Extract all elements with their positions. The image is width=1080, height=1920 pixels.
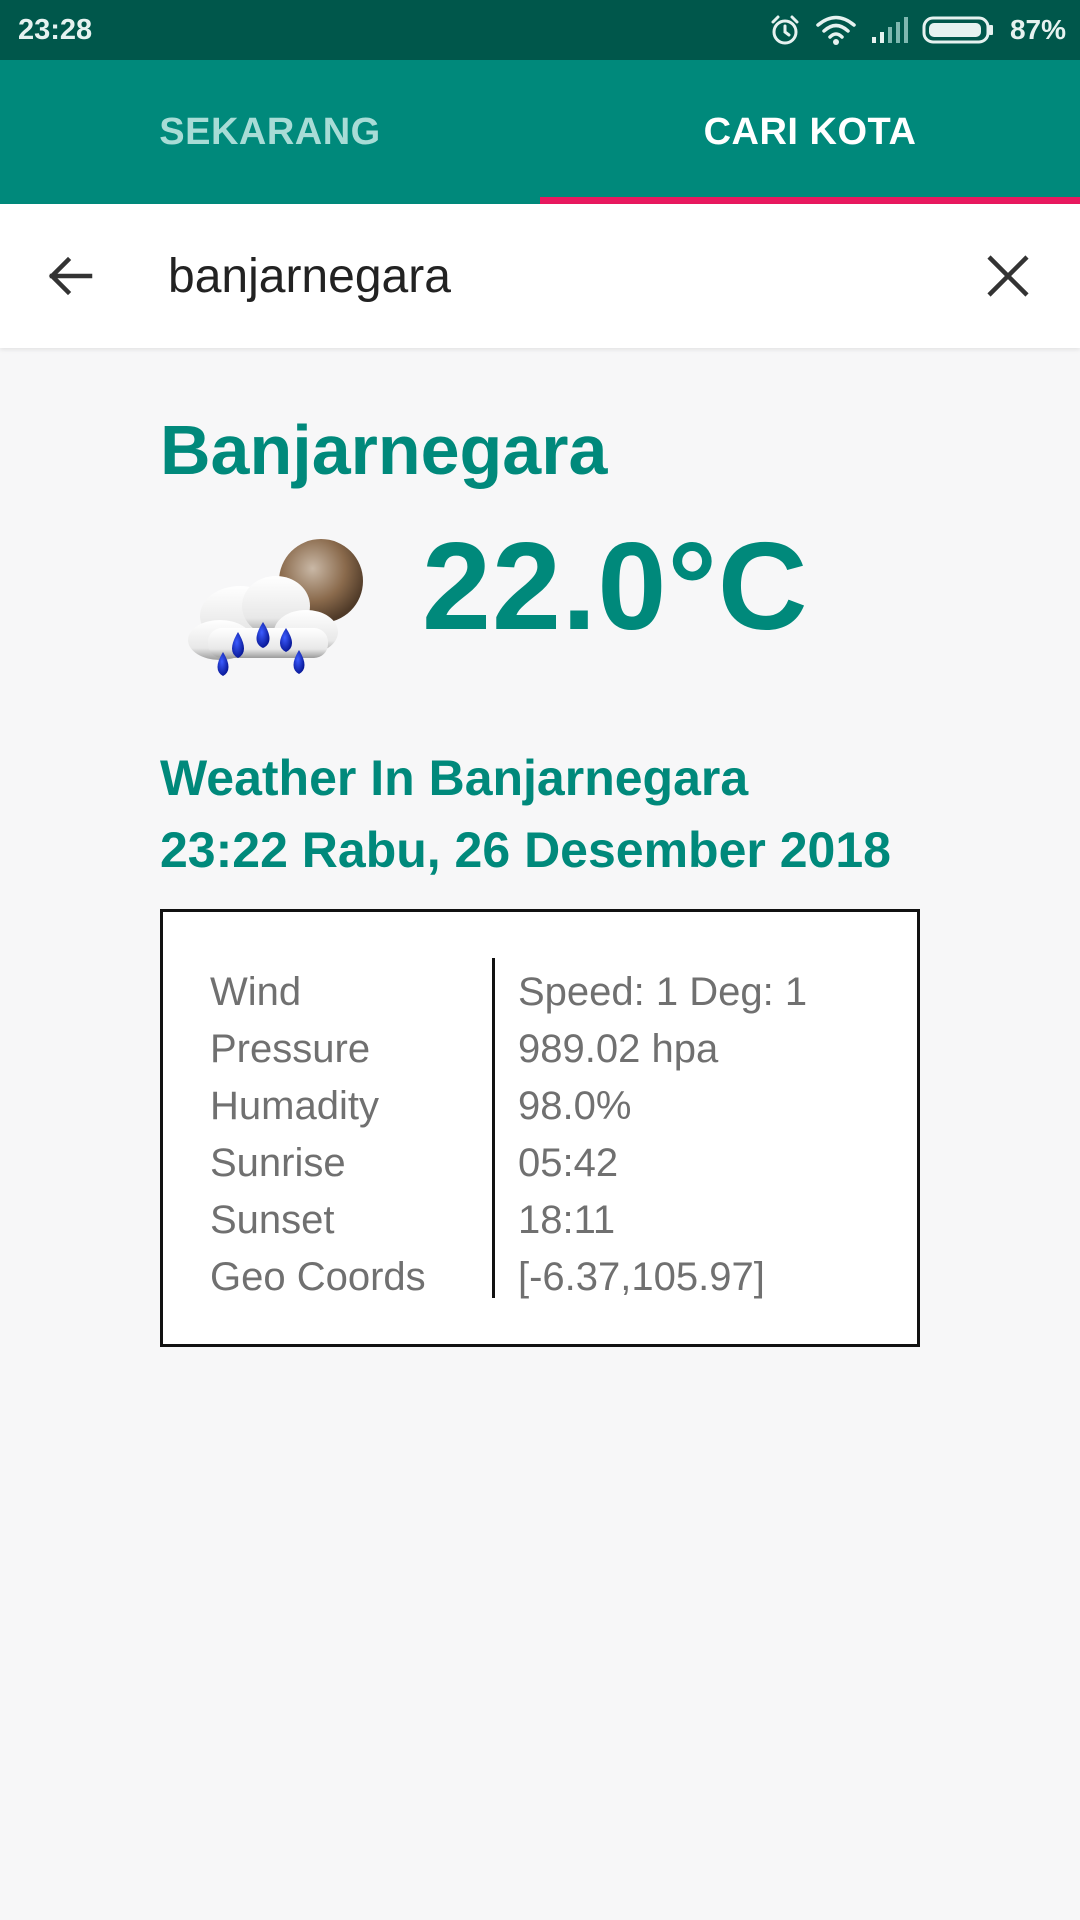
detail-value-sunset: 18:11 — [518, 1198, 616, 1242]
rain-cloud-moon-icon — [178, 536, 378, 686]
detail-label-wind: Wind — [210, 970, 302, 1014]
tab-label: SEKARANG — [159, 110, 381, 153]
arrow-back-icon — [48, 256, 93, 296]
back-button[interactable] — [40, 246, 100, 306]
details-divider — [492, 958, 495, 1298]
signal-icon — [870, 15, 908, 45]
status-icons: 87% — [768, 10, 1066, 50]
wifi-icon — [816, 14, 856, 46]
detail-value-wind: Speed: 1 Deg: 1 — [518, 970, 808, 1014]
tab-bar: SEKARANG CARI KOTA — [0, 60, 1080, 204]
search-input[interactable] — [168, 244, 928, 308]
details-labels: Wind Pressure Humadity Sunrise Sunset Ge… — [210, 964, 426, 1306]
weather-datetime: 23:22 Rabu, 26 Desember 2018 — [160, 822, 891, 878]
close-icon — [987, 255, 1029, 297]
detail-label-geo-coords: Geo Coords — [210, 1255, 426, 1299]
detail-label-humidity: Humadity — [210, 1084, 379, 1128]
detail-value-sunrise: 05:42 — [518, 1141, 619, 1185]
status-time: 23:28 — [18, 14, 93, 46]
alarm-icon — [768, 13, 802, 47]
city-name: Banjarnegara — [160, 411, 608, 489]
details-values: Speed: 1 Deg: 1 989.02 hpa 98.0% 05:42 1… — [518, 964, 807, 1306]
weather-title: Weather In Banjarnegara — [160, 750, 749, 806]
detail-value-pressure: 989.02 hpa — [518, 1027, 719, 1071]
search-bar — [0, 204, 1080, 348]
detail-label-sunrise: Sunrise — [210, 1141, 346, 1185]
tab-sekarang[interactable]: SEKARANG — [0, 60, 540, 204]
detail-value-humidity: 98.0% — [518, 1084, 632, 1128]
battery-percent: 87% — [1009, 14, 1066, 45]
weather-heading: Weather In Banjarnegara 23:22 Rabu, 26 D… — [160, 742, 891, 886]
tab-indicator — [540, 197, 1080, 204]
battery-icon — [922, 15, 996, 45]
weather-details-box: Wind Pressure Humadity Sunrise Sunset Ge… — [160, 909, 920, 1347]
tab-cari-kota[interactable]: CARI KOTA — [540, 60, 1080, 204]
temperature: 22.0°C — [422, 518, 809, 656]
clear-search-button[interactable] — [978, 246, 1038, 306]
detail-label-sunset: Sunset — [210, 1198, 335, 1242]
status-bar: 23:28 87% — [0, 0, 1080, 60]
tab-label: CARI KOTA — [703, 110, 917, 153]
detail-label-pressure: Pressure — [210, 1027, 371, 1071]
detail-value-geo-coords: [-6.37,105.97] — [518, 1255, 765, 1299]
